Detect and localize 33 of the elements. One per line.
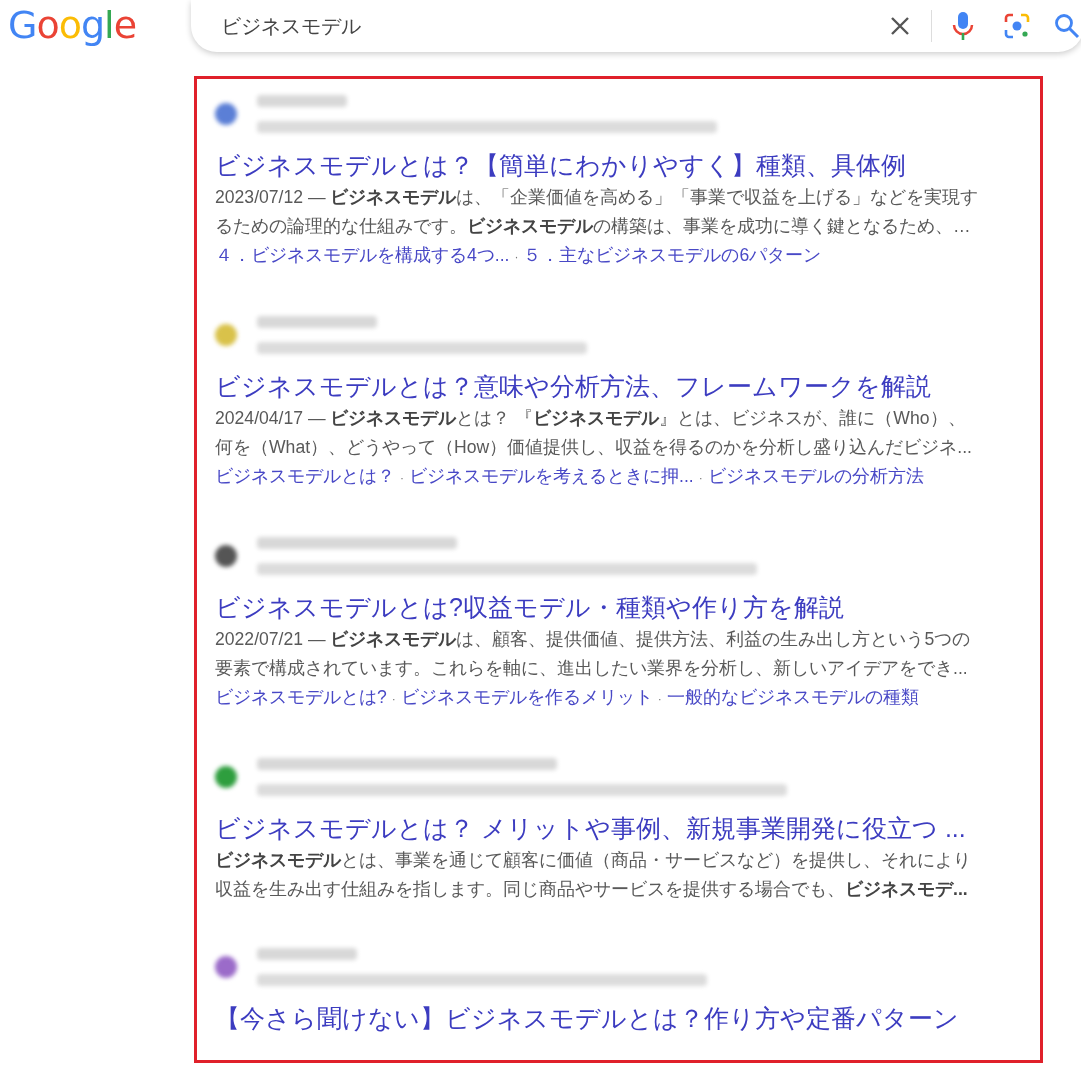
result-snippet: 要素で構成されています。これらを軸に、進出したい業界を分析し、新しいアイデアをでき... [215,657,969,680]
result-title-link[interactable]: ビジネスモデルとは？ メリットや事例、新規事業開発に役立つ ... [215,810,1040,846]
result-snippet: 2022/07/21 — ビジネスモデルは、顧客、提供価値、提供方法、利益の生み出し方という5つの [215,628,972,651]
google-logo[interactable]: Google [8,2,137,48]
sitelink[interactable]: ビジネスモデルを作るメリット [400,683,653,712]
result-snippet: るための論理的な仕組みです。ビジネスモデルの構築は、事業を成功に導く鍵となるため、… [215,215,972,238]
result-snippet: 2024/04/17 — ビジネスモデルとは？ 『ビジネスモデル』とは、ビジネスが、誰に（Who）、 [215,407,967,430]
separator-dot: · [400,470,404,487]
sitelink[interactable]: ５．主なビジネスモデルの6パターン [523,241,822,270]
separator-dot: · [514,249,519,266]
sitelink[interactable]: ビジネスモデルとは? [215,683,387,712]
sitelink[interactable]: ビジネスモデルの分析方法 [707,462,924,491]
search-icon[interactable] [1054,13,1081,39]
result-title-link[interactable]: ビジネスモデルとは？意味や分析方法、フレームワークを解説 [215,368,1040,404]
separator-dot: · [698,470,703,487]
microphone-icon[interactable] [952,11,975,41]
result-title-link[interactable]: ビジネスモデルとは？【簡単にわかりやすく】種類、具体例 [215,147,1040,183]
sitelink[interactable]: 一般的なビジネスモデルの種類 [666,683,919,712]
search-query: ビジネスモデル [221,14,362,39]
sitelink[interactable]: ビジネスモデルとは？ [215,462,395,491]
result-snippet: 収益を生み出す仕組みを指します。同じ商品やサービスを提供する場合でも、ビジネスモデ... [215,878,969,901]
result-title-link[interactable]: 【今さら聞けない】ビジネスモデルとは？作り方や定番パターン [215,1000,1040,1036]
separator-dot: · [657,691,662,708]
sitelink[interactable]: ビジネスモデルを考えるときに押... [409,462,694,491]
search-field[interactable]: ビジネスモデル [191,0,1081,52]
result-snippet: 何を（What）、どうやって（How）価値提供し、収益を得るのかを分析し盛り込んだビジネ... [215,436,973,459]
sitelink[interactable]: ４．ビジネスモデルを構成する4つ... [215,241,510,270]
result-title-link[interactable]: ビジネスモデルとは?収益モデル・種類や作り方を解説 [215,589,1040,625]
clear-icon[interactable] [889,15,912,37]
camera-icon[interactable] [1004,13,1031,39]
separator-dot: · [391,691,396,708]
result-snippet: 2023/07/12 — ビジネスモデルは、「企業価値を高める」「事業で収益を上げる」などを実現す [215,186,980,209]
result-snippet: ビジネスモデルとは、事業を通じて顧客に価値（商品・サービスなど）を提供し、それにより [215,849,972,872]
